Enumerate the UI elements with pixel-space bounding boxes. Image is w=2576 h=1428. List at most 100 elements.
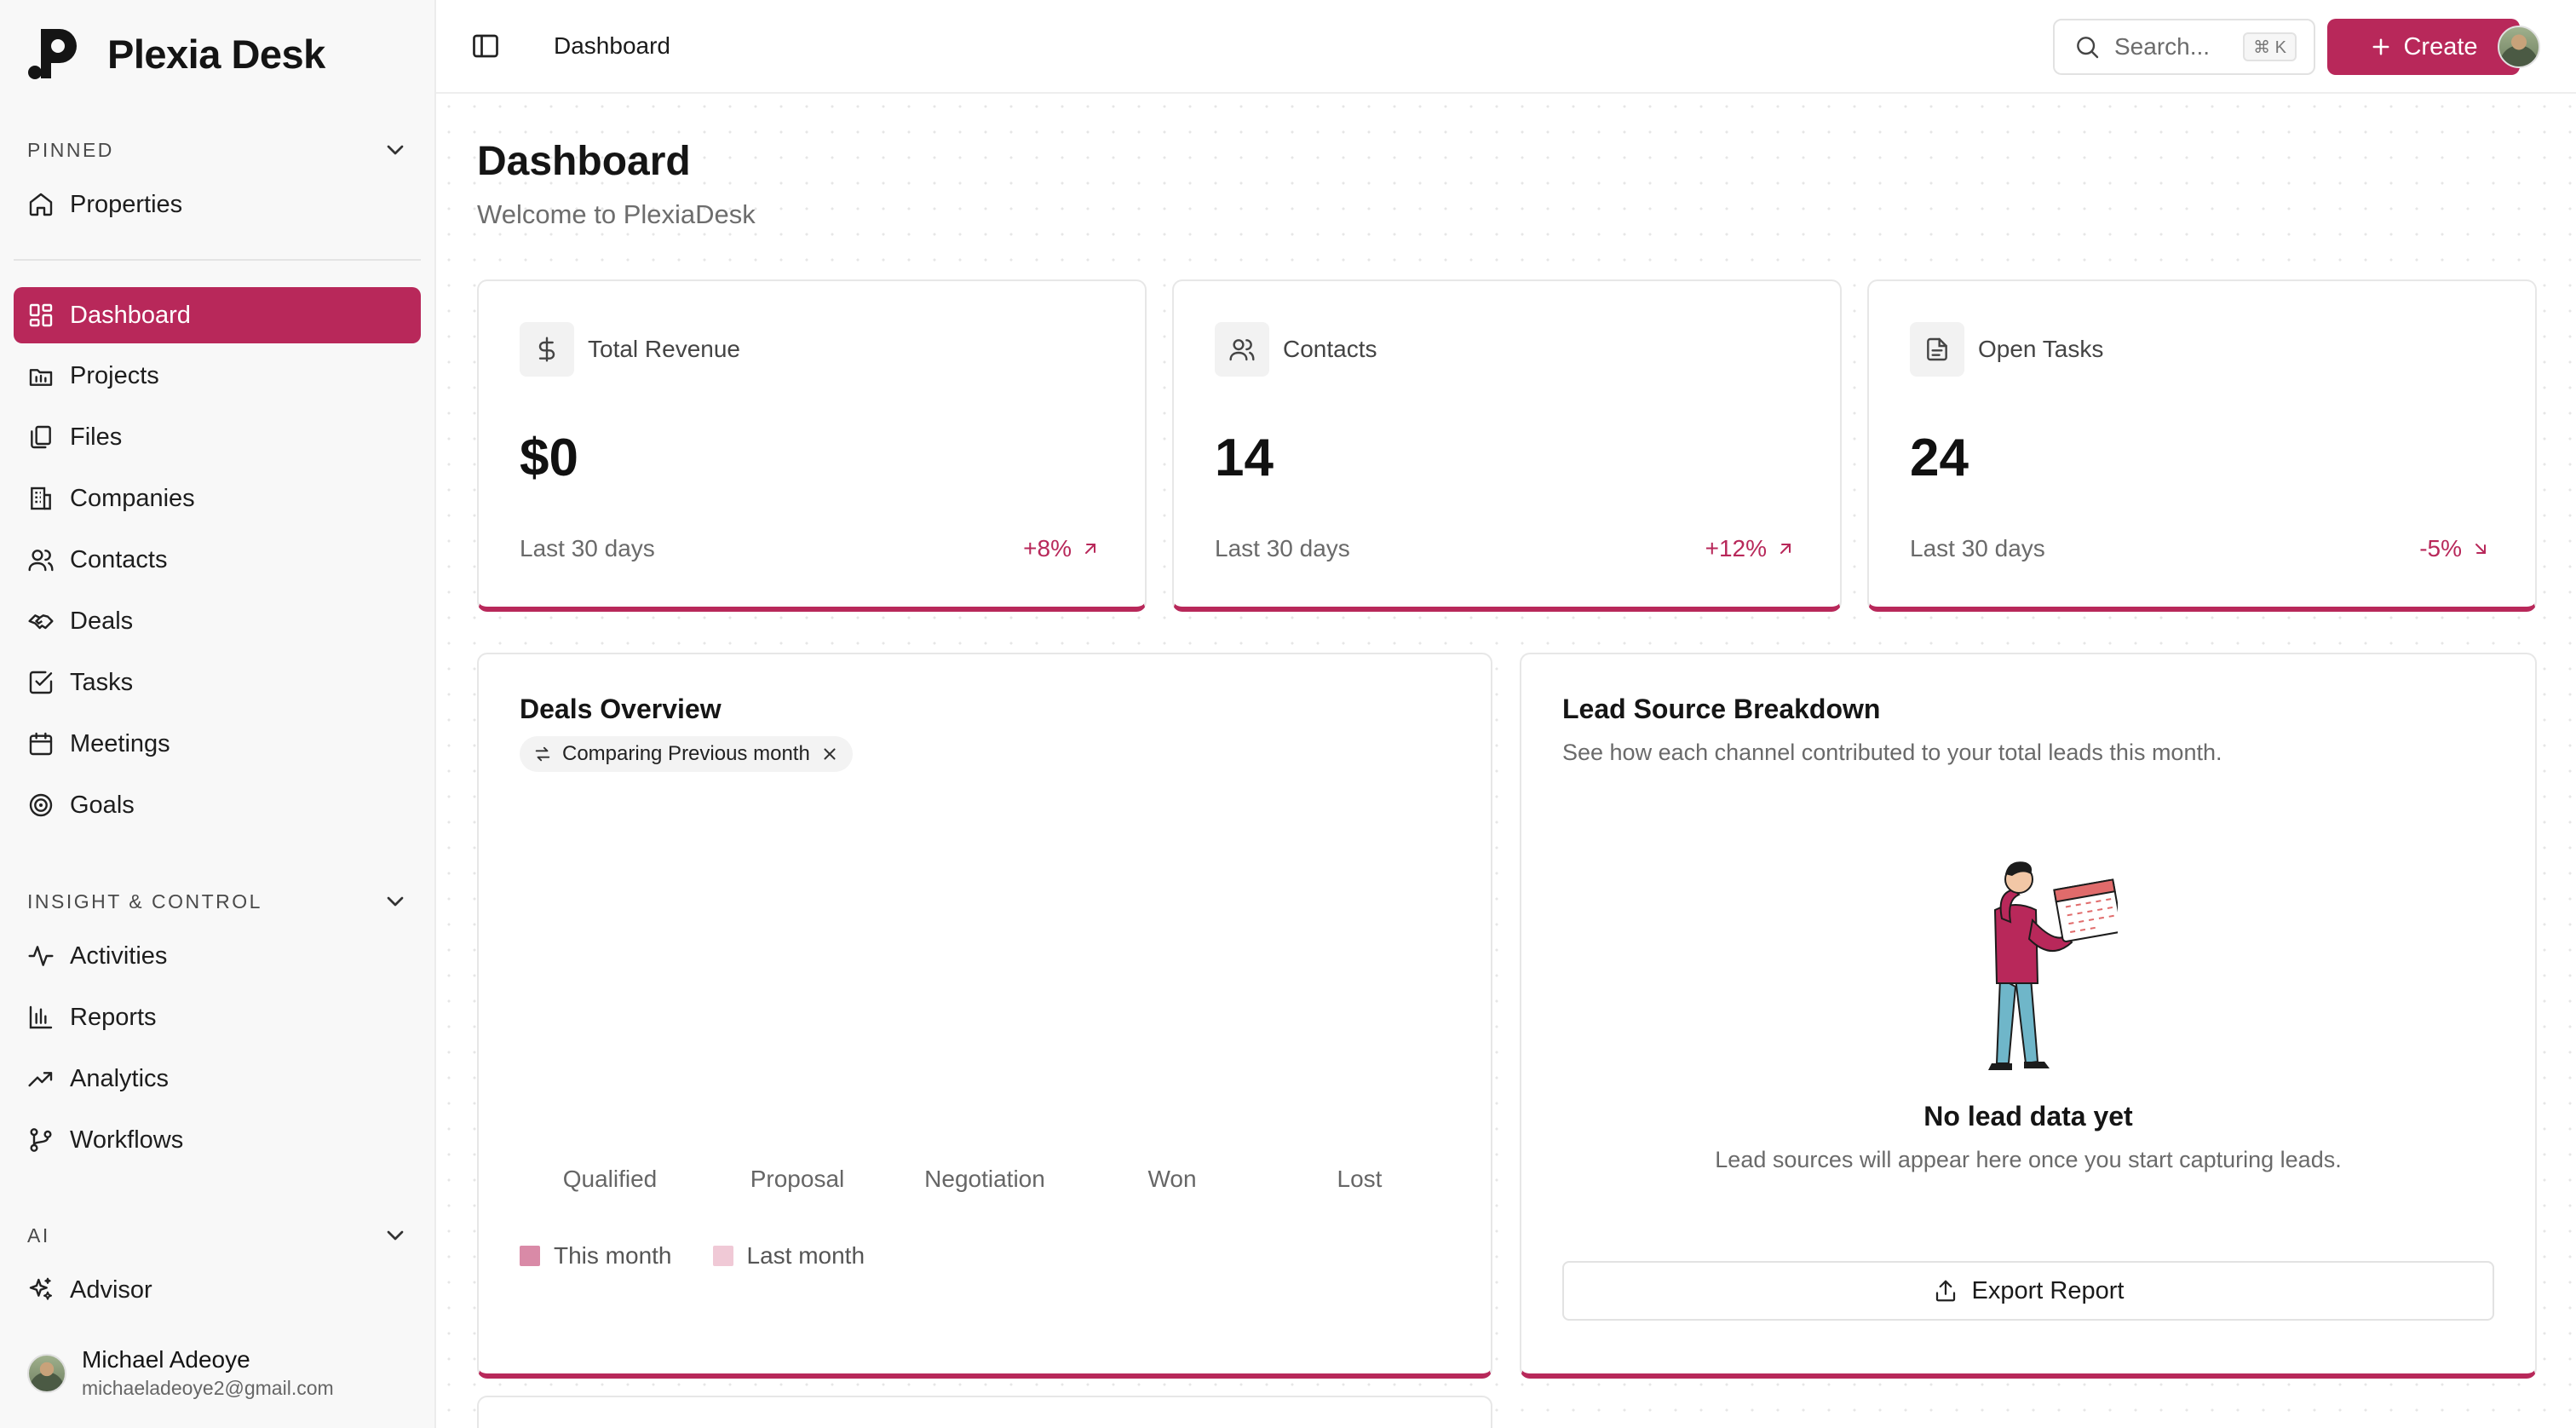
stat-card-open-tasks: Open Tasks 24 Last 30 days -5% xyxy=(1867,279,2537,612)
upload-icon xyxy=(1935,1280,1955,1302)
stat-label: Total Revenue xyxy=(588,336,741,362)
sidebar-item-meetings[interactable]: Meetings xyxy=(14,716,421,772)
handshake-icon xyxy=(27,607,55,635)
sidebar-item-label: Projects xyxy=(70,361,159,389)
sidebar-item-reports[interactable]: Reports xyxy=(14,989,421,1045)
sidebar-item-contacts[interactable]: Contacts xyxy=(14,532,421,588)
deals-x-axis: Qualified Proposal Negotiation Won Lost xyxy=(516,1166,1453,1193)
sidebar-item-dashboard[interactable]: Dashboard xyxy=(14,287,421,343)
sidebar-item-label: Goals xyxy=(70,791,135,819)
dashboard-icon xyxy=(27,302,55,329)
stat-change-value: +12% xyxy=(1705,535,1767,561)
legend-item[interactable]: This month xyxy=(520,1242,672,1270)
deals-overview-card: Deals Overview Comparing Previous month … xyxy=(477,653,1492,1379)
stat-change: +8% xyxy=(1023,535,1101,562)
section-insight[interactable]: INSIGHT & CONTROL xyxy=(27,884,409,918)
legend-label: Last month xyxy=(746,1242,865,1269)
legend-swatch xyxy=(712,1246,733,1266)
section-ai[interactable]: AI xyxy=(27,1218,409,1252)
chevron-down-icon[interactable] xyxy=(382,1222,409,1249)
user-profile[interactable]: Michael Adeoye michaeladeoye2@gmail.com xyxy=(27,1346,334,1400)
lead-source-title: Lead Source Breakdown xyxy=(1562,694,1881,724)
bar-chart-icon xyxy=(27,1004,55,1031)
checkbox-icon xyxy=(27,669,55,696)
activity-icon xyxy=(27,942,55,970)
legend-label: This month xyxy=(554,1242,672,1269)
sidebar: Plexia Desk PINNED Properties Dashboard … xyxy=(0,0,436,1428)
stat-card-revenue: Total Revenue $0 Last 30 days +8% xyxy=(477,279,1147,612)
stat-label: Open Tasks xyxy=(1978,336,2104,362)
sidebar-item-projects[interactable]: Projects xyxy=(14,348,421,404)
sidebar-item-properties[interactable]: Properties xyxy=(14,176,421,233)
stat-card-contacts: Contacts 14 Last 30 days +12% xyxy=(1172,279,1842,612)
next-card xyxy=(477,1396,1492,1428)
search-input[interactable]: Search... ⌘ K xyxy=(2053,19,2315,75)
home-icon xyxy=(27,191,55,218)
page-title: Dashboard xyxy=(477,139,691,184)
users-icon xyxy=(1215,322,1269,377)
sidebar-item-label: Properties xyxy=(70,190,183,218)
sidebar-item-label: Advisor xyxy=(70,1275,152,1304)
page-subtitle: Welcome to PlexiaDesk xyxy=(477,199,756,229)
stat-period: Last 30 days xyxy=(1910,535,2045,561)
file-text-icon xyxy=(1910,322,1964,377)
sidebar-item-activities[interactable]: Activities xyxy=(14,928,421,984)
sidebar-item-companies[interactable]: Companies xyxy=(14,470,421,527)
sidebar-item-label: Workflows xyxy=(70,1126,184,1154)
user-email: michaeladeoye2@gmail.com xyxy=(82,1377,334,1399)
stat-period: Last 30 days xyxy=(520,535,655,561)
sparkles-icon xyxy=(27,1276,55,1304)
stat-change-value: -5% xyxy=(2419,535,2462,561)
swap-icon xyxy=(535,746,550,762)
files-icon xyxy=(27,423,55,451)
sidebar-item-workflows[interactable]: Workflows xyxy=(14,1112,421,1168)
lead-source-subtitle: See how each channel contributed to your… xyxy=(1562,740,2222,765)
arrow-up-right-icon xyxy=(1780,544,1791,554)
close-icon[interactable] xyxy=(820,745,839,763)
sidebar-item-deals[interactable]: Deals xyxy=(14,593,421,649)
dollar-icon xyxy=(520,322,574,377)
sidebar-item-files[interactable]: Files xyxy=(14,409,421,465)
main-content: Dashboard Welcome to PlexiaDesk Total Re… xyxy=(436,94,2576,1428)
deals-bar-chart xyxy=(516,799,1453,1157)
stat-label: Contacts xyxy=(1283,336,1377,362)
calendar-icon xyxy=(27,730,55,757)
export-report-button[interactable]: Export Report xyxy=(1562,1261,2494,1321)
sidebar-toggle-icon[interactable] xyxy=(470,31,501,61)
stat-change-value: +8% xyxy=(1023,535,1072,561)
sidebar-divider xyxy=(14,259,421,261)
deals-overview-title: Deals Overview xyxy=(520,694,722,724)
stat-period: Last 30 days xyxy=(1215,535,1350,561)
sidebar-item-label: Tasks xyxy=(70,668,134,696)
sidebar-item-label: Companies xyxy=(70,484,195,512)
stat-value: $0 xyxy=(520,429,578,487)
section-pinned-title: PINNED xyxy=(27,138,114,161)
stat-change: +12% xyxy=(1705,535,1796,562)
section-ai-title: AI xyxy=(27,1224,50,1247)
sidebar-item-advisor[interactable]: Advisor xyxy=(14,1262,421,1318)
sidebar-item-tasks[interactable]: Tasks xyxy=(14,654,421,711)
legend-item[interactable]: Last month xyxy=(712,1242,865,1270)
search-shortcut-badge: ⌘ K xyxy=(2243,32,2297,61)
avatar xyxy=(27,1353,66,1393)
x-tick-label: Lost xyxy=(1337,1166,1383,1192)
x-tick-label: Won xyxy=(1147,1166,1197,1192)
chevron-down-icon[interactable] xyxy=(382,136,409,164)
chevron-down-icon[interactable] xyxy=(382,888,409,915)
create-button[interactable]: Create xyxy=(2327,19,2520,75)
arrow-up-right-icon xyxy=(1085,544,1095,554)
breadcrumb[interactable]: Dashboard xyxy=(554,32,670,60)
comparison-chip[interactable]: Comparing Previous month xyxy=(520,736,853,772)
plus-icon xyxy=(2373,38,2389,55)
sidebar-item-label: Dashboard xyxy=(70,301,191,329)
sidebar-item-goals[interactable]: Goals xyxy=(14,777,421,833)
create-button-label: Create xyxy=(2403,32,2478,60)
account-menu[interactable] xyxy=(2498,26,2540,68)
sidebar-item-analytics[interactable]: Analytics xyxy=(14,1051,421,1107)
git-branch-icon xyxy=(27,1126,55,1154)
stat-value: 14 xyxy=(1215,429,1274,487)
topbar: Dashboard Search... ⌘ K Create xyxy=(436,0,2576,94)
brand[interactable]: Plexia Desk xyxy=(27,26,325,82)
sidebar-item-label: Contacts xyxy=(70,545,168,573)
section-pinned[interactable]: PINNED xyxy=(27,133,409,167)
